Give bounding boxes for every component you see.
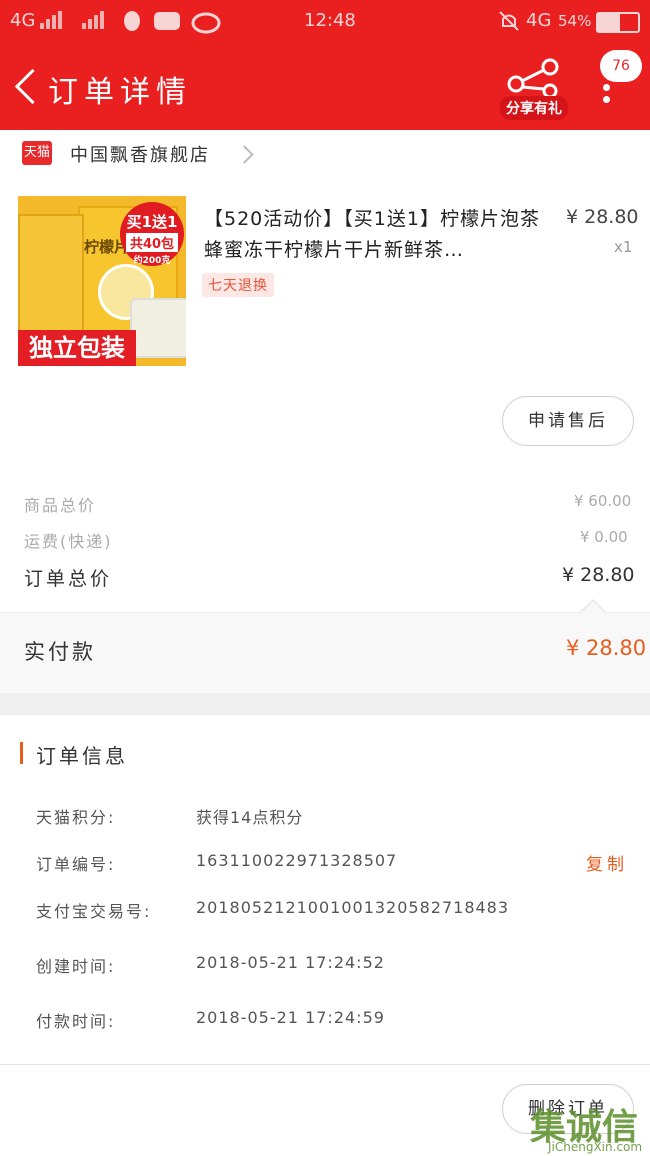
promo-small: 约200克 [133,256,171,266]
product-price: ¥ 28.80 [566,206,639,228]
signal-icon-2 [82,10,106,29]
product-box-side [18,214,84,336]
back-arrow-icon [14,68,51,105]
after-sale-button[interactable]: 申请售后 [502,396,634,446]
order-total-value: ¥ 28.80 [562,564,635,586]
product-image[interactable]: 柠檬片 买1送1 共40包 约200克 独立包装 [18,196,186,366]
battery-percent: 54% [558,12,592,30]
section-accent-bar [20,742,23,764]
goods-total-value: ¥ 60.00 [574,492,632,510]
network-indicator-left: 4G [10,10,36,31]
watermark-url: JiChengXin.com [548,1140,643,1154]
paid-time-label: 付款时间: [36,1012,116,1031]
order-number-label: 订单编号: [36,855,116,874]
paid-time-value: 2018-05-21 17:24:59 [196,1008,385,1027]
return-policy-tag: 七天退换 [202,273,274,297]
points-value: 获得14点积分 [196,808,304,827]
product-quantity: x1 [614,238,633,256]
goods-total-label: 商品总价 [24,496,97,515]
alipay-trade-label: 支付宝交易号: [36,902,152,921]
pointer-caret-fill [581,601,605,613]
more-dot [603,84,610,91]
share-label: 分享有礼 [500,96,568,120]
section-divider [0,693,650,715]
more-dot [603,96,610,103]
order-total-label: 订单总价 [24,568,113,590]
page-title: 订单详情 [48,75,192,110]
product-title[interactable]: 【520活动价】【买1送1】柠檬片泡茶蜂蜜冻干柠檬片干片新鲜茶… [204,204,554,266]
promo-top: 买1送1 [126,213,178,231]
shipping-value: ¥ 0.00 [580,528,628,546]
notification-app-icons [124,11,221,34]
signal-icon [40,10,64,29]
created-time-label: 创建时间: [36,957,116,976]
promo-badge: 买1送1 共40包 约200克 [120,202,184,266]
paid-section [0,612,650,693]
sachet-image [130,298,186,358]
network-indicator-right: 4G [526,10,552,31]
share-icon [507,58,559,98]
copy-order-number-button[interactable]: 复制 [586,850,628,875]
paid-label: 实付款 [24,640,96,664]
mute-icon [499,11,519,31]
order-number-value: 163110022971328507 [196,851,398,870]
message-badge[interactable]: 76 [600,50,642,82]
shipping-label: 运费(快递) [24,532,113,551]
share-button[interactable]: 分享有礼 [500,58,568,120]
chevron-right-icon [235,145,254,164]
back-button[interactable] [8,66,51,106]
store-row[interactable]: 天猫 中国飘香旗舰店 [0,130,650,178]
more-menu-button[interactable] [600,84,614,104]
store-name: 中国飘香旗舰店 [70,145,210,166]
paid-value: ¥ 28.80 [566,636,647,660]
points-label: 天猫积分: [36,808,116,827]
alipay-trade-value: 2018052121001001320582718483 [196,898,510,917]
order-info-title: 订单信息 [36,744,128,768]
created-time-value: 2018-05-21 17:24:52 [196,953,385,972]
pack-banner: 独立包装 [18,330,136,366]
promo-mid: 共40包 [126,233,178,252]
battery-icon [596,12,640,33]
tmall-logo: 天猫 [22,141,52,165]
status-time: 12:48 [304,10,356,31]
